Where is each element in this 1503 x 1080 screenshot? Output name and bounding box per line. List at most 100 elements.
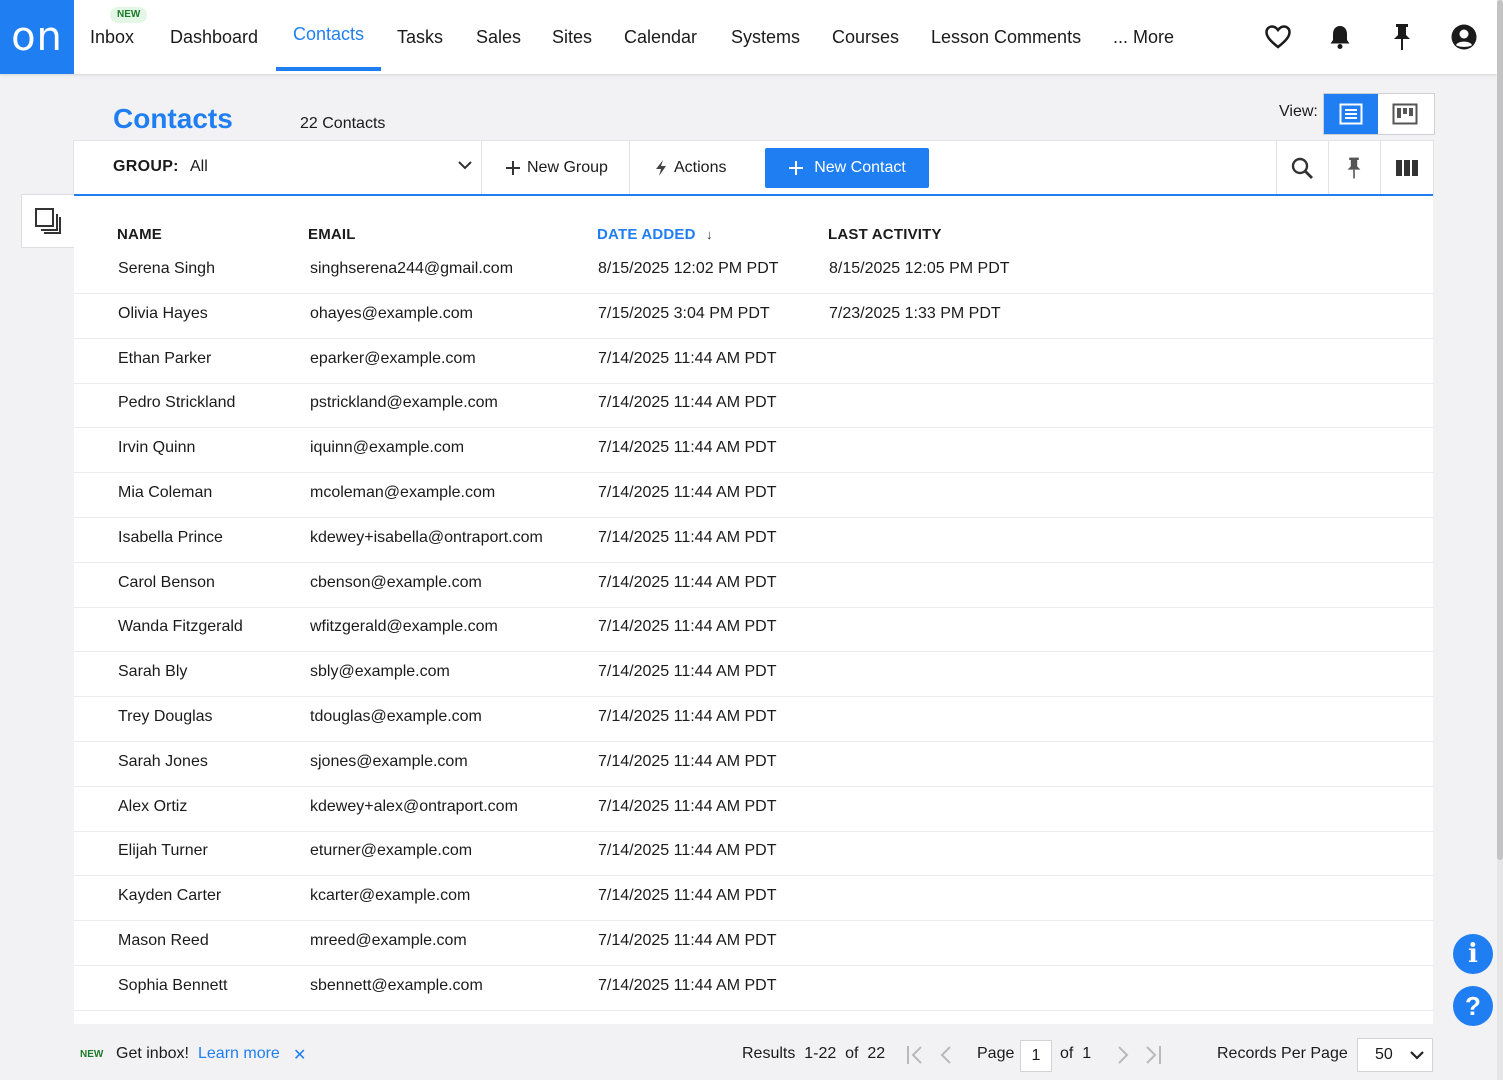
user-account-icon[interactable] [1449, 22, 1479, 52]
top-navigation-bar: on NEW Inbox Dashboard Contacts Tasks Sa… [0, 0, 1497, 74]
contact-name-cell: Elijah Turner [118, 842, 208, 860]
board-view-button[interactable] [1378, 94, 1432, 134]
lightning-icon [656, 159, 666, 176]
next-page-icon[interactable] [1112, 1043, 1134, 1067]
table-row[interactable]: Sarah Jones sjones@example.com 7/14/2025 1… [74, 741, 1433, 787]
contact-name-cell: Serena Singh [118, 260, 215, 277]
nav-item-systems[interactable]: Systems [731, 0, 800, 74]
view-label: View: [1279, 103, 1318, 120]
nav-item-more[interactable]: ... More [1113, 0, 1174, 74]
table-row[interactable]: Elijah Turner eturner@example.com 7/14/202… [74, 830, 1433, 877]
table-row[interactable]: Sarah Bly sbly@example.com 7/14/2025 11:44… [74, 651, 1433, 698]
date-added-cell: 7/14/2025 11:44 AM PDT [598, 349, 777, 367]
group-select[interactable]: All [190, 158, 208, 176]
new-group-button[interactable]: New Group [505, 141, 608, 194]
view-toggle [1323, 93, 1435, 135]
actions-button[interactable]: Actions [654, 141, 726, 194]
records-per-page-label: Records Per Page [1217, 1045, 1348, 1062]
date-added-cell: 7/14/2025 11:44 AM PDT [598, 932, 777, 949]
heart-icon[interactable] [1263, 22, 1293, 52]
chevron-down-icon [1410, 1051, 1424, 1060]
results-summary: Results 1-22 of 22 [742, 1045, 886, 1062]
contact-name-cell: Trey Douglas [118, 708, 213, 725]
column-header-date-added[interactable]: DATE ADDED ↓ [597, 226, 713, 243]
info-icon[interactable]: i [1453, 934, 1493, 974]
search-icon[interactable] [1287, 153, 1317, 183]
columns-icon[interactable] [1392, 153, 1422, 183]
contact-email-cell: pstrickland@example.com [310, 394, 498, 412]
table-row[interactable]: Kayden Carter kcarter@example.com 7/14/202… [74, 875, 1433, 922]
contact-name-cell: Sarah Jones [118, 752, 208, 770]
nav-item-lesson-comments[interactable]: Lesson Comments [931, 0, 1081, 74]
date-added-cell: 7/14/2025 11:44 AM PDT [598, 842, 777, 860]
table-row[interactable]: Irvin Quinn iquinn@example.com 7/14/2025 1… [74, 427, 1433, 474]
previous-page-icon[interactable] [935, 1043, 957, 1067]
contact-name-cell: Ethan Parker [118, 349, 212, 367]
nav-item-calendar[interactable]: Calendar [624, 0, 697, 74]
contact-email-cell: eturner@example.com [310, 842, 473, 860]
table-row[interactable]: Ethan Parker eparker@example.com 7/14/2025… [74, 338, 1433, 384]
contact-email-cell: tdouglas@example.com [310, 708, 482, 725]
learn-more-link[interactable]: Learn more [198, 1045, 280, 1063]
contact-name-cell: Wanda Fitzgerald [118, 618, 243, 636]
table-row[interactable]: Wanda Fitzgerald wfitzgerald@example.com 7… [74, 606, 1433, 653]
contact-email-cell: iquinn@example.com [310, 439, 465, 457]
first-page-icon[interactable] [904, 1043, 926, 1067]
contact-email-cell: mcoleman@example.com [310, 484, 496, 501]
bell-icon[interactable] [1325, 22, 1355, 52]
table-row[interactable]: Isabella Prince kdewey+isabella@ontraport… [74, 517, 1433, 563]
nav-item-sales[interactable]: Sales [476, 0, 521, 74]
table-row[interactable]: Mason Reed mreed@example.com 7/14/2025 11:… [74, 920, 1433, 966]
nav-item-dashboard[interactable]: Dashboard [170, 0, 258, 74]
table-row[interactable]: Mia Coleman mcoleman@example.com 7/14/2025… [74, 472, 1433, 518]
page-label: Page [977, 1045, 1015, 1062]
contact-name-cell: Alex Ortiz [118, 797, 188, 815]
app-logo[interactable]: on [0, 0, 74, 74]
contact-count: 22 Contacts [300, 115, 386, 132]
records-per-page-select[interactable]: 50 [1357, 1038, 1433, 1072]
nav-item-inbox[interactable]: Inbox [90, 0, 134, 74]
table-row[interactable]: Pedro Strickland pstrickland@example.com 7… [74, 382, 1433, 429]
contact-name-cell: Irvin Quinn [118, 439, 196, 457]
table-row[interactable]: Sophia Bennett sbennett@example.com 7/14/2… [74, 965, 1433, 1011]
chevron-down-icon[interactable] [457, 157, 473, 178]
plus-icon [506, 160, 520, 175]
contact-name-cell: Olivia Hayes [118, 304, 208, 322]
contact-email-cell: eparker@example.com [310, 349, 476, 367]
page-title: Contacts [113, 103, 233, 134]
close-icon[interactable]: ✕ [293, 1045, 306, 1065]
nav-item-tasks[interactable]: Tasks [397, 0, 443, 74]
table-row[interactable]: Olivia Hayes ohayes@example.com 7/15/2025 … [74, 293, 1433, 339]
pin-icon[interactable] [1339, 153, 1369, 183]
new-contact-label: New Contact [814, 159, 906, 176]
last-activity-cell: 7/23/2025 1:33 PM PDT [829, 304, 1001, 322]
table-row[interactable]: Serena Singh singhserena244@gmail.com 8/15… [74, 248, 1433, 294]
table-row[interactable]: Carol Benson cbenson@example.com 7/14/2025… [74, 562, 1433, 608]
help-question-icon[interactable]: ? [1453, 986, 1493, 1026]
new-contact-button[interactable]: New Contact [765, 148, 929, 188]
contact-name-cell: Pedro Strickland [118, 394, 236, 412]
date-added-cell: 7/15/2025 3:04 PM PDT [598, 304, 770, 322]
column-header-email[interactable]: EMAIL [308, 226, 356, 243]
nav-item-contacts[interactable]: Contacts [275, 0, 382, 71]
contact-email-cell: sjones@example.com [310, 752, 468, 770]
last-page-icon[interactable] [1142, 1043, 1164, 1067]
side-panel-toggle[interactable] [21, 194, 74, 248]
page-scrollbar-thumb[interactable] [1497, 0, 1503, 860]
table-row[interactable]: Alex Ortiz kdewey+alex@ontraport.com 7/14/… [74, 786, 1433, 832]
list-view-button[interactable] [1324, 94, 1378, 134]
contact-email-cell: cbenson@example.com [310, 573, 482, 591]
column-header-last-activity[interactable]: LAST ACTIVITY [828, 226, 942, 243]
date-added-cell: 7/14/2025 11:44 AM PDT [598, 484, 777, 501]
page-total: of 1 [1060, 1045, 1092, 1062]
pin-icon[interactable] [1387, 22, 1417, 52]
nav-item-sites[interactable]: Sites [552, 0, 592, 74]
table-row[interactable]: Trey Douglas tdouglas@example.com 7/14/202… [74, 696, 1433, 742]
actions-label: Actions [674, 158, 727, 176]
nav-item-courses[interactable]: Courses [832, 0, 899, 74]
date-added-cell: 7/14/2025 11:44 AM PDT [598, 708, 777, 725]
column-header-name[interactable]: NAME [117, 226, 162, 243]
page-number-input[interactable]: 1 [1020, 1040, 1052, 1072]
date-added-cell: 7/14/2025 11:44 AM PDT [598, 439, 777, 457]
contact-email-cell: singhserena244@gmail.com [310, 260, 514, 277]
